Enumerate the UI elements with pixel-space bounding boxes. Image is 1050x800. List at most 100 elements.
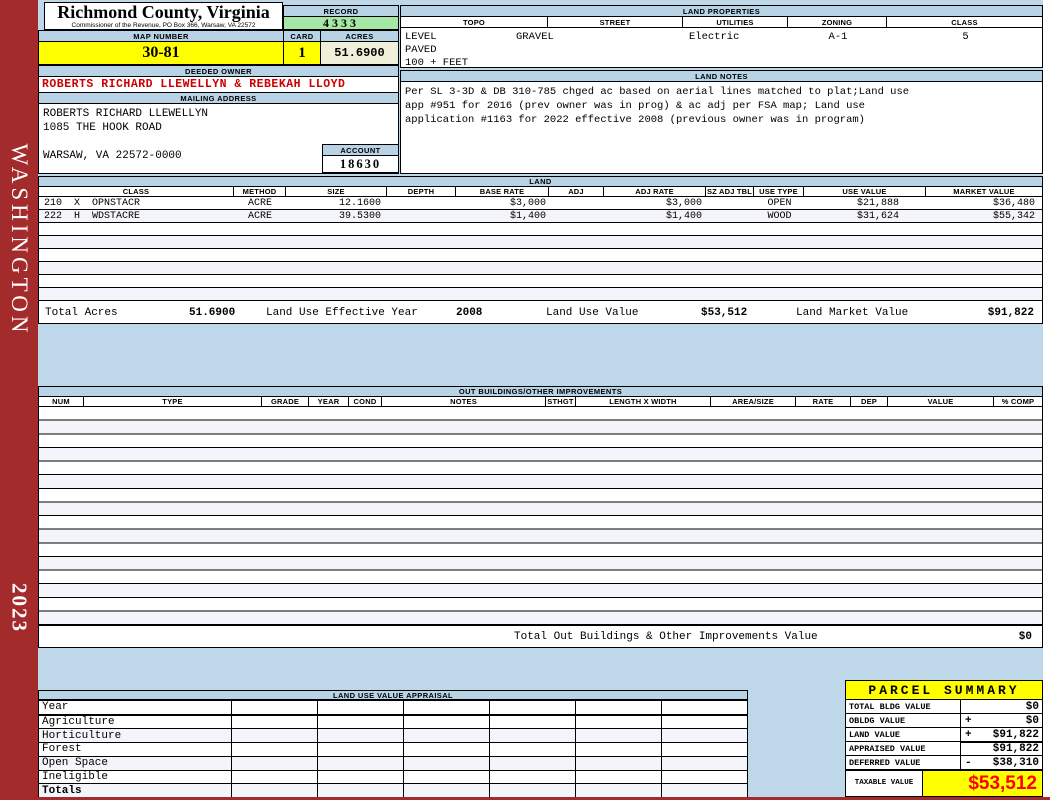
- county-title-box: Richmond County, Virginia Commissioner o…: [44, 2, 283, 30]
- land-totals-row: Total Acres 51.6900 Land Use Effective Y…: [38, 300, 1043, 324]
- ob-col-area-size: AREA/SIZE: [710, 396, 796, 407]
- land-row-use-type: WOOD: [767, 211, 792, 222]
- land-notes-line: app #951 for 2016 (prev owner was in pro…: [405, 100, 865, 112]
- land-properties-col-class: CLASS: [886, 16, 1043, 28]
- land-row-class: 210 X OPNSTACR: [44, 198, 141, 209]
- land-properties-col-zoning: ZONING: [787, 16, 887, 28]
- deeded-owner-value: ROBERTS RICHARD LLEWELLYN & REBEKAH LLOY…: [38, 76, 399, 93]
- land-row-use-type: OPEN: [767, 198, 792, 209]
- utilities-value: Electric: [689, 31, 740, 43]
- land-col-adj-rate: ADJ RATE: [603, 186, 706, 197]
- land-row-method: ACRE: [247, 198, 272, 209]
- land-table-body: 210 X OPNSTACR ACRE 12.1600 $3,000 $3,00…: [38, 196, 1043, 301]
- out-buildings-total-row: Total Out Buildings & Other Improvements…: [38, 625, 1043, 648]
- land-col-use-type: USE TYPE: [753, 186, 804, 197]
- ob-col-comp: % COMP: [993, 396, 1043, 407]
- sidebar: WASHINGTON 2023: [0, 0, 38, 800]
- land-col-depth: DEPTH: [386, 186, 456, 197]
- ob-col-rate: RATE: [795, 396, 851, 407]
- land-col-use-value: USE VALUE: [803, 186, 926, 197]
- address-line: ROBERTS RICHARD LLEWELLYN: [43, 108, 209, 120]
- ob-col-cond: COND: [348, 396, 382, 407]
- ob-col-type: TYPE: [83, 396, 262, 407]
- land-market-value: $91,822: [987, 307, 1034, 319]
- address-line: 1085 THE HOOK ROAD: [43, 122, 162, 134]
- land-row-use-value: $31,624: [856, 211, 899, 222]
- land-properties-col-topo: TOPO: [400, 16, 548, 28]
- land-row-adj-rate: $3,000: [665, 198, 702, 209]
- land-notes-line: Per SL 3-3D & DB 310-785 chged ac based …: [405, 86, 910, 98]
- land-row-market-value: $55,342: [992, 211, 1035, 222]
- total-acres-label: Total Acres: [45, 307, 118, 319]
- land-row-adj-rate: $1,400: [665, 211, 702, 222]
- property-record-card: WASHINGTON 2023 Richmond County, Virgini…: [0, 0, 1050, 800]
- county-title: Richmond County, Virginia: [57, 2, 270, 22]
- mailing-address-label: MAILING ADDRESS: [38, 92, 399, 104]
- land-row-method: ACRE: [247, 211, 272, 222]
- ps-amount: $91,822: [992, 728, 1039, 741]
- sidebar-year-label: 2023: [7, 583, 32, 633]
- ob-col-dep: DEP: [850, 396, 888, 407]
- appraisal-title: LAND USE VALUE APPRAISAL: [38, 690, 748, 700]
- land-col-size: SIZE: [285, 186, 387, 197]
- land-col-sz-adj-tbl: SZ ADJ TBL: [705, 186, 754, 197]
- address-line: WARSAW, VA 22572-0000: [43, 150, 182, 162]
- land-row-market-value: $36,480: [992, 198, 1035, 209]
- land-row-use-value: $21,888: [856, 198, 899, 209]
- ps-deferred-label: DEFERRED VALUE: [845, 755, 961, 770]
- appraisal-row-label: Horticulture: [38, 728, 232, 744]
- ps-obldg-value: + $0: [960, 713, 1043, 728]
- land-notes-box: Per SL 3-3D & DB 310-785 chged ac based …: [400, 81, 1043, 174]
- ps-op: -: [965, 756, 972, 769]
- topo-value: LEVEL: [405, 31, 437, 43]
- street-value: GRAVEL: [516, 31, 554, 43]
- effective-year-label: Land Use Effective Year: [266, 307, 418, 319]
- out-buildings-body: [38, 406, 1043, 626]
- land-notes-line: application #1163 for 2022 effective 200…: [405, 114, 865, 126]
- ps-amount: $38,310: [992, 756, 1039, 769]
- ps-appraised-value: $91,822: [960, 741, 1043, 756]
- topo-value: 100 + FEET: [405, 57, 469, 69]
- land-row-base-rate: $1,400: [509, 211, 546, 222]
- ob-col-year: YEAR: [308, 396, 349, 407]
- land-properties-values: LEVEL PAVED 100 + FEET GRAVEL Electric A…: [400, 27, 1043, 69]
- ps-deferred-value: - $38,310: [960, 755, 1043, 770]
- ps-total-bldg-value: $0: [960, 699, 1043, 714]
- ps-taxable-value: $53,512: [922, 769, 1043, 797]
- ob-col-length-width: LENGTH X WIDTH: [575, 396, 711, 407]
- ps-amount: $0: [1025, 700, 1039, 713]
- appraisal-row-label: Open Space: [38, 755, 232, 771]
- land-row-base-rate: $3,000: [509, 198, 546, 209]
- ob-col-num: NUM: [38, 396, 84, 407]
- out-buildings-total-value: $0: [1018, 631, 1032, 643]
- ob-col-grade: GRADE: [261, 396, 309, 407]
- ps-amount: $0: [1025, 714, 1039, 727]
- ps-op: +: [965, 714, 972, 727]
- land-use-value: $53,512: [701, 307, 748, 319]
- land-use-value-label: Land Use Value: [546, 307, 639, 319]
- land-row-size: 39.5300: [338, 211, 381, 222]
- ps-land-value: + $91,822: [960, 727, 1043, 742]
- land-market-value-label: Land Market Value: [796, 307, 909, 319]
- map-number-value: 30-81: [38, 41, 284, 65]
- class-value: 5: [962, 31, 969, 43]
- appraisal-row-label: Ineligible: [38, 769, 232, 785]
- land-col-market-value: MARKET VALUE: [925, 186, 1043, 197]
- ob-col-notes: NOTES: [381, 396, 546, 407]
- appraisal-totals-label: Totals: [38, 783, 232, 798]
- appraisal-row-label: Year: [38, 699, 232, 716]
- land-notes-title: LAND NOTES: [400, 70, 1043, 82]
- land-properties-col-utilities: UTILITIES: [682, 16, 788, 28]
- sidebar-district-label: WASHINGTON: [7, 143, 32, 337]
- land-properties-col-street: STREET: [547, 16, 683, 28]
- ob-col-sthgt: STHGT: [545, 396, 576, 407]
- ps-op: +: [965, 728, 972, 741]
- appraisal-row-label: Agriculture: [38, 714, 232, 730]
- land-col-class: CLASS: [38, 186, 234, 197]
- land-col-adj: ADJ: [548, 186, 604, 197]
- acres-value: 51.6900: [320, 41, 399, 65]
- land-row-class: 222 H WDSTACRE: [44, 211, 141, 222]
- ps-taxable-label: TAXABLE VALUE: [845, 769, 923, 797]
- record-value: 4333: [283, 16, 399, 30]
- ps-appraised-label: APPRAISED VALUE: [845, 741, 961, 756]
